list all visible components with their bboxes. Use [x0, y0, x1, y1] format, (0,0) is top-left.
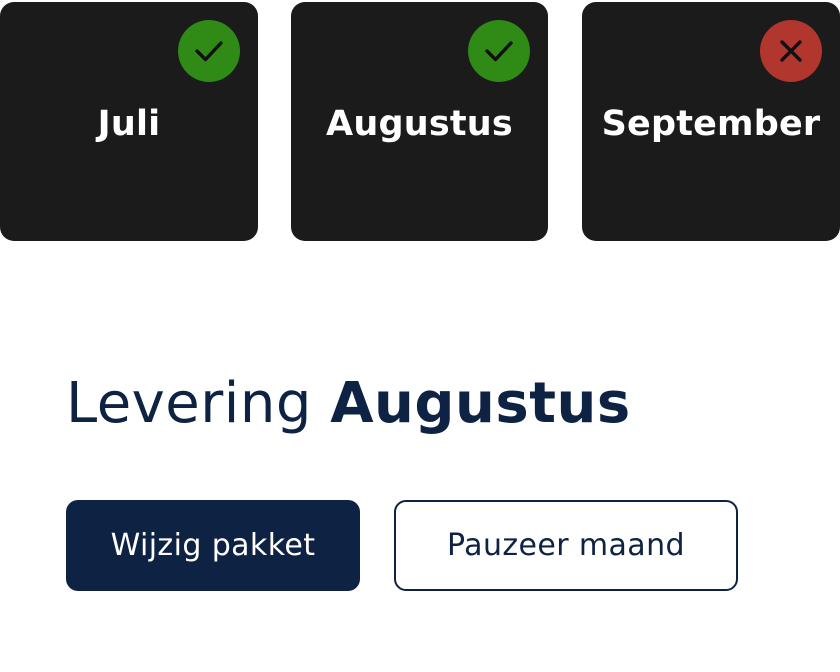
- month-label: Augustus: [326, 104, 513, 144]
- delivery-heading-prefix: Levering: [66, 371, 312, 436]
- pause-month-button[interactable]: Pauzeer maand: [394, 500, 738, 591]
- change-package-button[interactable]: Wijzig pakket: [66, 500, 360, 591]
- check-icon: [485, 41, 513, 62]
- status-badge: [468, 20, 530, 82]
- month-card-juli[interactable]: Juli: [0, 2, 258, 241]
- month-label: September: [601, 104, 821, 144]
- month-card-augustus[interactable]: Augustus: [291, 2, 548, 241]
- month-label: Juli: [97, 104, 161, 144]
- delivery-overview: Juli Augustus September Levering Augustu…: [0, 0, 840, 672]
- status-badge: [178, 20, 240, 82]
- status-badge: [760, 20, 822, 82]
- month-card-september[interactable]: September: [582, 2, 840, 241]
- delivery-heading-month: Augustus: [330, 371, 631, 436]
- delivery-heading: Levering Augustus: [66, 368, 631, 440]
- check-icon: [195, 41, 223, 62]
- close-icon: [780, 40, 802, 62]
